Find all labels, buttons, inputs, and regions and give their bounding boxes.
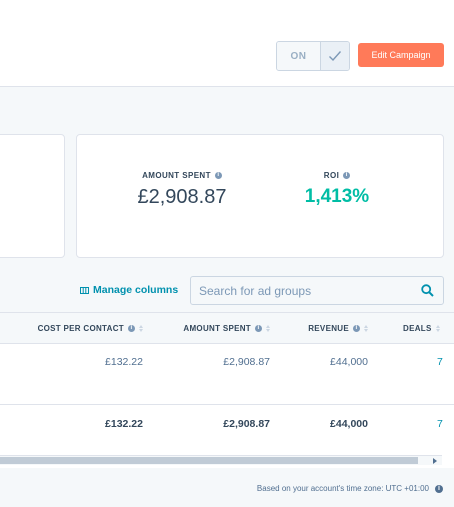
total-revenue: £44,000 <box>330 418 368 430</box>
info-icon[interactable]: i <box>353 325 360 332</box>
ad-group-search <box>190 276 444 305</box>
column-header-deals[interactable]: DEALS <box>403 324 440 333</box>
scroll-right-arrow-icon[interactable] <box>433 458 437 464</box>
table-totals-row: £132.22 £2,908.87 £44,000 7 <box>0 405 454 445</box>
column-header-revenue[interactable]: REVENUE i <box>308 324 368 333</box>
column-header-cost-per-contact[interactable]: COST PER CONTACT i <box>38 324 143 333</box>
cell-amount-spent: £2,908.87 <box>223 356 270 368</box>
column-header-amount-spent[interactable]: AMOUNT SPENT i <box>183 324 270 333</box>
campaign-header: ON Edit Campaign <box>0 0 454 87</box>
roi-label: ROI <box>323 171 340 180</box>
total-deals-link[interactable]: 7 <box>437 418 443 430</box>
roi-value: 1,413% <box>304 186 370 207</box>
amount-spent-label: AMOUNT SPENT <box>142 171 211 180</box>
table-row: £132.22 £2,908.87 £44,000 7 <box>0 344 454 405</box>
total-amount-spent: £2,908.87 <box>223 418 270 430</box>
info-icon[interactable]: i <box>343 172 351 179</box>
campaign-status-toggle[interactable]: ON <box>276 41 350 71</box>
cell-cost-per-contact: £132.22 <box>105 356 143 368</box>
info-icon[interactable]: i <box>255 325 262 332</box>
sort-icon[interactable] <box>266 325 270 332</box>
toggle-on-label: ON <box>277 42 321 70</box>
timezone-text: Based on your account's time zone: UTC +… <box>256 484 429 493</box>
horizontal-scrollbar[interactable] <box>0 455 442 465</box>
timezone-note: Based on your account's time zone: UTC +… <box>257 484 443 493</box>
cell-deals-link[interactable]: 7 <box>437 356 443 368</box>
total-cost-per-contact: £132.22 <box>105 418 143 430</box>
summary-card-partial <box>0 134 65 258</box>
amount-spent-stat: AMOUNT SPENT i £2,908.87 <box>127 171 237 209</box>
edit-campaign-button[interactable]: Edit Campaign <box>358 43 444 67</box>
roi-stat: ROI i 1,413% <box>297 171 377 208</box>
sort-icon[interactable] <box>364 325 368 332</box>
search-input[interactable] <box>191 277 411 304</box>
manage-columns-link[interactable]: Manage columns <box>80 284 178 296</box>
table-header: COST PER CONTACT i AMOUNT SPENT i REVENU… <box>0 313 454 344</box>
cell-revenue: £44,000 <box>330 356 368 368</box>
info-icon[interactable]: i <box>128 325 135 332</box>
search-icon[interactable] <box>421 284 434 297</box>
sort-icon[interactable] <box>139 325 143 332</box>
amount-spent-value: £2,908.87 <box>137 186 227 208</box>
ad-groups-table: COST PER CONTACT i AMOUNT SPENT i REVENU… <box>0 312 454 468</box>
summary-card: AMOUNT SPENT i £2,908.87 ROI i 1,413% <box>76 134 444 258</box>
info-icon[interactable]: i <box>214 172 222 179</box>
manage-columns-label: Manage columns <box>93 284 179 296</box>
sort-icon[interactable] <box>435 325 440 332</box>
info-icon[interactable]: i <box>435 484 443 493</box>
columns-icon <box>80 286 89 294</box>
scrollbar-thumb[interactable] <box>0 457 418 464</box>
check-icon <box>321 42 349 70</box>
